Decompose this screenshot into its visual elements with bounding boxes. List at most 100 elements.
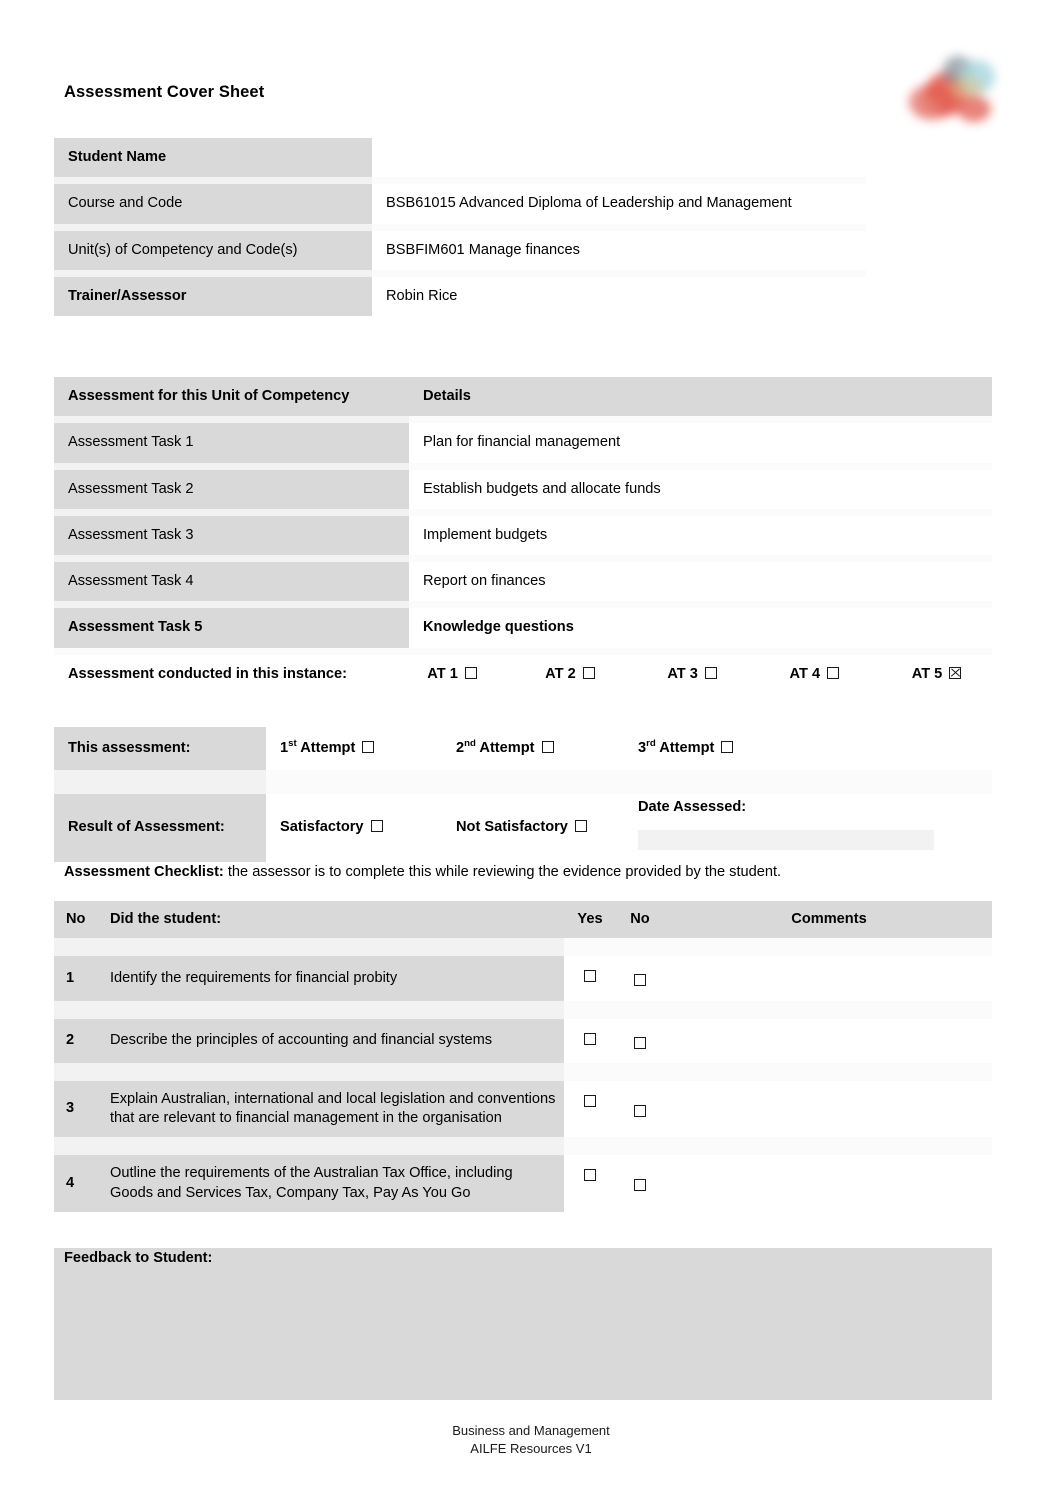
assessment-task-4-label: Assessment Task 4 xyxy=(54,562,409,602)
at-1-option[interactable]: AT 1 xyxy=(397,665,491,684)
at-4-checkbox[interactable] xyxy=(827,666,840,679)
at-2-label: AT 2 xyxy=(545,665,576,682)
at-1-checkbox[interactable] xyxy=(464,666,477,679)
checklist-header-comments: Comments xyxy=(664,901,992,939)
feedback-to-student-box[interactable]: Feedback to Student: xyxy=(54,1248,992,1400)
satisfactory-option[interactable]: Satisfactory xyxy=(266,794,442,862)
checklist-row-4-comment[interactable] xyxy=(664,1155,992,1212)
at-4-option[interactable]: AT 4 xyxy=(736,665,858,684)
assessment-checklist-table: No Did the student: Yes No Comments 1 Id… xyxy=(54,901,992,1212)
at-2-option[interactable]: AT 2 xyxy=(491,665,613,684)
student-name-label: Student Name xyxy=(54,138,372,178)
checklist-row-3-yes[interactable] xyxy=(564,1080,614,1138)
page-title: Assessment Cover Sheet xyxy=(64,83,265,101)
satisfactory-checkbox[interactable] xyxy=(370,820,383,833)
checklist-row-1-comment[interactable] xyxy=(664,956,992,1001)
table-row: Assessment Task 1 Plan for financial man… xyxy=(54,423,992,463)
document-page: Assessment Cover Sheet Student Name Cour… xyxy=(0,0,1062,1506)
first-attempt-ordinal: 1 xyxy=(280,740,289,756)
at-5-option[interactable]: AT 5 xyxy=(858,665,980,684)
details-header: Details xyxy=(409,377,992,417)
checklist-header-no-col: No xyxy=(614,901,664,939)
checklist-row-4-yes[interactable] xyxy=(564,1155,614,1212)
result-of-assessment-row: Result of Assessment: Satisfactory Not S… xyxy=(54,794,992,862)
assessment-task-1-label: Assessment Task 1 xyxy=(54,423,409,463)
at-3-label: AT 3 xyxy=(667,665,698,682)
checklist-row: 3 Explain Australian, international and … xyxy=(54,1080,992,1138)
assessment-task-4-detail: Report on finances xyxy=(409,562,992,602)
checklist-row-4-no-checkbox[interactable] xyxy=(634,1179,646,1192)
table-row: Trainer/Assessor Robin Rice xyxy=(54,276,866,316)
checklist-row-3-no-checkbox[interactable] xyxy=(634,1104,646,1117)
not-satisfactory-checkbox[interactable] xyxy=(574,820,587,833)
checklist-row-1-no[interactable] xyxy=(614,956,664,1001)
checklist-row-2-no[interactable] xyxy=(614,1018,664,1063)
third-attempt-checkbox[interactable] xyxy=(721,741,734,753)
checklist-row-4-no[interactable] xyxy=(614,1155,664,1212)
at-5-checkbox[interactable] xyxy=(949,666,962,679)
first-attempt-suffix: st xyxy=(288,738,297,750)
table-header-row: Assessment for this Unit of Competency D… xyxy=(54,377,992,417)
assessment-task-2-label: Assessment Task 2 xyxy=(54,469,409,509)
this-assessment-row: This assessment: 1st Attempt 2nd Attempt… xyxy=(54,727,992,771)
checklist-row-3-yes-checkbox[interactable] xyxy=(584,1094,596,1107)
date-assessed-cell: Date Assessed: xyxy=(624,794,992,862)
table-row: Assessment Task 3 Implement budgets xyxy=(54,515,992,555)
checklist-row-2-question: Describe the principles of accounting an… xyxy=(100,1018,564,1063)
checklist-row-1-yes-checkbox[interactable] xyxy=(584,970,596,983)
checklist-row-3-comment[interactable] xyxy=(664,1080,992,1138)
second-attempt-checkbox[interactable] xyxy=(541,741,554,753)
student-details-table: Student Name Course and Code BSB61015 Ad… xyxy=(54,138,866,316)
course-and-code-value[interactable]: BSB61015 Advanced Diploma of Leadership … xyxy=(372,184,866,224)
checklist-row-4-no: 4 xyxy=(54,1155,100,1212)
date-assessed-field[interactable] xyxy=(638,829,934,850)
checklist-row-2-comment[interactable] xyxy=(664,1018,992,1063)
table-row: Assessment Task 5 Knowledge questions xyxy=(54,608,992,648)
third-attempt-option[interactable]: 3rd Attempt xyxy=(624,727,992,771)
this-assessment-label: This assessment: xyxy=(54,727,266,771)
checklist-header-yes: Yes xyxy=(564,901,614,939)
units-of-competency-label: Unit(s) of Competency and Code(s) xyxy=(54,230,372,270)
checklist-row-3-no[interactable] xyxy=(614,1080,664,1138)
footer-line-2: AILFE Resources V1 xyxy=(470,1441,592,1457)
second-attempt-option[interactable]: 2nd Attempt xyxy=(442,727,624,771)
not-satisfactory-option[interactable]: Not Satisfactory xyxy=(442,794,624,862)
checklist-row-1-yes[interactable] xyxy=(564,956,614,1001)
checklist-row: 1 Identify the requirements for financia… xyxy=(54,956,992,1001)
table-header-row: No Did the student: Yes No Comments xyxy=(54,901,992,939)
first-attempt-label: Attempt xyxy=(300,740,356,756)
checklist-row-1-no-checkbox[interactable] xyxy=(634,974,646,987)
checklist-row-2-yes[interactable] xyxy=(564,1018,614,1063)
result-of-assessment-label: Result of Assessment: xyxy=(54,794,266,862)
checklist-row-4-yes-checkbox[interactable] xyxy=(584,1169,596,1182)
assessment-task-1-detail: Plan for financial management xyxy=(409,423,992,463)
checklist-intro-rest: the assessor is to complete this while r… xyxy=(223,864,782,880)
checklist-row-3-question: Explain Australian, international and lo… xyxy=(100,1080,564,1138)
assessment-task-3-detail: Implement budgets xyxy=(409,515,992,555)
assessment-conducted-row: Assessment conducted in this instance: A… xyxy=(54,654,992,694)
units-of-competency-value[interactable]: BSBFIM601 Manage finances xyxy=(372,230,866,270)
at-2-checkbox[interactable] xyxy=(582,666,595,679)
table-row: Assessment Task 4 Report on finances xyxy=(54,562,992,602)
checklist-header-no: No xyxy=(54,901,100,939)
checklist-row-2-no: 2 xyxy=(54,1018,100,1063)
at-3-checkbox[interactable] xyxy=(704,666,717,679)
table-row: Unit(s) of Competency and Code(s) BSBFIM… xyxy=(54,230,866,270)
checklist-row: 2 Describe the principles of accounting … xyxy=(54,1018,992,1063)
trainer-assessor-value[interactable]: Robin Rice xyxy=(372,276,866,316)
first-attempt-checkbox[interactable] xyxy=(362,741,375,753)
third-attempt-label: Attempt xyxy=(659,740,715,756)
checklist-row-2-no-checkbox[interactable] xyxy=(634,1036,646,1049)
student-name-value[interactable] xyxy=(372,138,866,178)
assessment-conducted-cell: Assessment conducted in this instance: A… xyxy=(54,654,992,694)
assessment-tasks-table: Assessment for this Unit of Competency D… xyxy=(54,377,992,694)
assessment-task-5-detail: Knowledge questions xyxy=(409,608,992,648)
checklist-row-3-no: 3 xyxy=(54,1080,100,1138)
at-1-label: AT 1 xyxy=(427,665,458,682)
at-3-option[interactable]: AT 3 xyxy=(613,665,735,684)
checklist-row-2-yes-checkbox[interactable] xyxy=(584,1032,596,1045)
first-attempt-option[interactable]: 1st Attempt xyxy=(266,727,442,771)
third-attempt-suffix: rd xyxy=(646,738,656,750)
checklist-header-question: Did the student: xyxy=(100,901,564,939)
assessment-unit-header: Assessment for this Unit of Competency xyxy=(54,377,409,417)
